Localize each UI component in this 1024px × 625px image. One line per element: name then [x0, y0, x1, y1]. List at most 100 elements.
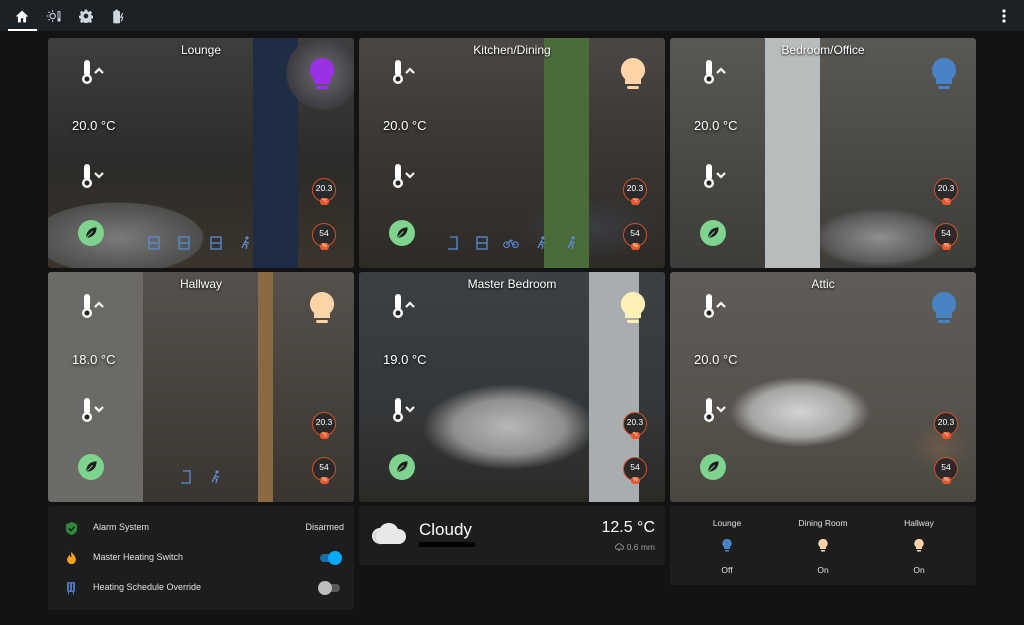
humidity-sensor-badge: 54%	[623, 223, 647, 250]
motion-sensor-icon	[564, 235, 580, 251]
lightbulb-icon	[721, 538, 733, 552]
target-temperature: 20.0 °C	[694, 118, 738, 133]
thermostat-up-icon[interactable]	[700, 58, 728, 86]
entity-row-alarm-system[interactable]: Alarm System Disarmed	[48, 513, 354, 543]
lightbulb-icon	[817, 538, 829, 552]
room-name: Kitchen/Dining	[473, 43, 551, 57]
light-name: Lounge	[712, 518, 742, 528]
redaction-bar	[419, 542, 475, 547]
target-temperature: 20.0 °C	[694, 352, 738, 367]
lightbulb-icon[interactable]	[928, 290, 960, 326]
weather-card[interactable]: Cloudy 12.5 °C 0.6 mm	[359, 506, 665, 565]
room-card-master-bedroom[interactable]: Master Bedroom 19.0 °C 20.3 °c 54%	[359, 272, 665, 502]
shield-check-icon	[63, 520, 79, 536]
thermostat-up-icon[interactable]	[389, 292, 417, 320]
room-name: Attic	[811, 277, 835, 291]
eco-leaf-icon[interactable]	[78, 454, 104, 480]
room-name: Master Bedroom	[467, 277, 557, 291]
room-card-kitchen-dining[interactable]: Kitchen/Dining 20.0 °C 20.3 °c 54%	[359, 38, 665, 268]
target-temperature: 18.0 °C	[72, 352, 116, 367]
motion-sensor-icon	[534, 235, 550, 251]
lights-card: Lounge Off Dining Room On Hallway On	[670, 506, 976, 585]
light-state: On	[913, 565, 925, 575]
light-name: Dining Room	[798, 518, 848, 528]
entity-name: Alarm System	[93, 522, 150, 532]
temperature-sensor-badge: 20.3 °c	[934, 412, 958, 439]
lightbulb-icon	[913, 538, 925, 552]
humidity-sensor-badge: 54%	[623, 457, 647, 484]
alarm-state: Disarmed	[305, 522, 344, 532]
thermostat-down-icon[interactable]	[700, 396, 728, 424]
thermostat-down-icon[interactable]	[389, 162, 417, 190]
room-card-bedroom-office[interactable]: Bedroom/Office 20.0 °C 20.3 °c 54%	[670, 38, 976, 268]
radiator-icon	[63, 580, 79, 596]
target-temperature: 20.0 °C	[72, 118, 116, 133]
room-card-hallway[interactable]: Hallway 18.0 °C 20.3 °c 54%	[48, 272, 354, 502]
thermostat-up-icon[interactable]	[78, 58, 106, 86]
temperature-sensor-badge: 20.3 °c	[934, 178, 958, 205]
room-name: Bedroom/Office	[781, 43, 865, 57]
temperature-sensor-badge: 20.3 °c	[312, 412, 336, 439]
thermostat-down-icon[interactable]	[78, 396, 106, 424]
eco-leaf-icon[interactable]	[700, 454, 726, 480]
window-sensor-icon	[474, 235, 490, 251]
thermostat-down-icon[interactable]	[700, 162, 728, 190]
master-heating-toggle[interactable]	[318, 551, 342, 565]
precipitation: 0.6 mm	[614, 542, 655, 552]
motion-sensor-icon	[238, 235, 254, 251]
entity-name: Master Heating Switch	[93, 552, 184, 562]
motion-sensor-icon	[208, 469, 224, 485]
lightbulb-icon[interactable]	[617, 290, 649, 326]
lightbulb-icon[interactable]	[306, 56, 338, 92]
thermostat-down-icon[interactable]	[389, 396, 417, 424]
entities-card: Alarm System Disarmed Master Heating Swi…	[48, 506, 354, 610]
gear-icon[interactable]	[75, 5, 97, 27]
eco-leaf-icon[interactable]	[700, 220, 726, 246]
door-sensor-icon	[445, 235, 461, 251]
target-temperature: 20.0 °C	[383, 118, 427, 133]
sun-thermostat-icon[interactable]	[43, 5, 65, 27]
more-vertical-icon[interactable]	[993, 5, 1015, 27]
humidity-sensor-badge: 54%	[934, 457, 958, 484]
lightbulb-icon[interactable]	[617, 56, 649, 92]
room-card-lounge[interactable]: Lounge 20.0 °C 20.3 °c 54%	[48, 38, 354, 268]
battery-charging-icon[interactable]	[107, 5, 129, 27]
target-temperature: 19.0 °C	[383, 352, 427, 367]
room-card-attic[interactable]: Attic 20.0 °C 20.3 °c 54%	[670, 272, 976, 502]
thermostat-up-icon[interactable]	[78, 292, 106, 320]
light-lounge[interactable]: Lounge Off	[677, 506, 777, 586]
temperature-sensor-badge: 20.3 °c	[623, 178, 647, 205]
thermostat-up-icon[interactable]	[700, 292, 728, 320]
window-sensor-icon	[176, 235, 192, 251]
thermostat-up-icon[interactable]	[389, 58, 417, 86]
temperature-sensor-badge: 20.3 °c	[623, 412, 647, 439]
humidity-sensor-badge: 54%	[934, 223, 958, 250]
cloud-rain-icon	[615, 543, 625, 552]
room-name: Lounge	[180, 43, 222, 57]
entity-row-master-heating-switch[interactable]: Master Heating Switch	[48, 543, 354, 573]
entity-name: Heating Schedule Override	[93, 582, 202, 592]
eco-leaf-icon[interactable]	[78, 220, 104, 246]
lightbulb-icon[interactable]	[928, 56, 960, 92]
lightbulb-icon[interactable]	[306, 290, 338, 326]
home-icon[interactable]	[11, 5, 33, 27]
top-app-bar	[0, 0, 1024, 31]
window-sensor-icon	[208, 235, 224, 251]
schedule-override-toggle[interactable]	[318, 581, 342, 595]
door-sensor-icon	[178, 469, 194, 485]
light-hallway[interactable]: Hallway On	[869, 506, 969, 586]
active-tab-indicator	[8, 29, 37, 31]
eco-leaf-icon[interactable]	[389, 220, 415, 246]
eco-leaf-icon[interactable]	[389, 454, 415, 480]
thermostat-down-icon[interactable]	[78, 162, 106, 190]
light-state: Off	[721, 565, 733, 575]
fire-icon	[63, 550, 79, 566]
light-dining-room[interactable]: Dining Room On	[773, 506, 873, 586]
light-name: Hallway	[904, 518, 934, 528]
entity-row-heating-schedule-override[interactable]: Heating Schedule Override	[48, 573, 354, 603]
weather-condition: Cloudy	[419, 520, 472, 539]
humidity-sensor-badge: 54%	[312, 223, 336, 250]
temperature-sensor-badge: 20.3 °c	[312, 178, 336, 205]
window-sensor-icon	[146, 235, 162, 251]
room-name: Hallway	[179, 277, 222, 291]
